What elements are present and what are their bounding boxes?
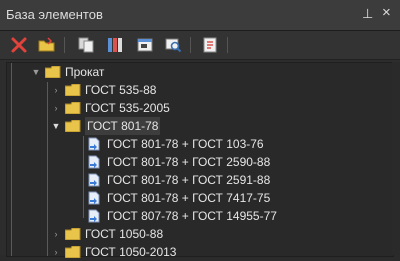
folder-icon bbox=[65, 120, 81, 132]
toolbar bbox=[0, 31, 400, 60]
report-icon[interactable] bbox=[201, 36, 219, 54]
properties-icon[interactable] bbox=[106, 36, 124, 54]
document-link-icon bbox=[88, 209, 100, 223]
element-base-panel: База элементов ⊥ × ▼ Прокат › ГОСТ 535-8… bbox=[0, 0, 400, 259]
open-folder-icon[interactable] bbox=[38, 36, 56, 54]
close-icon[interactable]: × bbox=[382, 4, 391, 21]
panel-titlebar: База элементов ⊥ × bbox=[0, 0, 400, 31]
window-icon[interactable] bbox=[136, 36, 154, 54]
tree-node-label: ГОСТ 1050-88 bbox=[85, 227, 164, 241]
expand-arrow-icon[interactable]: › bbox=[51, 229, 61, 239]
tree-leaf-label: ГОСТ 801-78 + ГОСТ 2590-88 bbox=[107, 155, 271, 169]
expand-arrow-icon[interactable]: › bbox=[51, 247, 61, 257]
collapse-arrow-icon[interactable]: ▼ bbox=[51, 121, 61, 131]
document-link-icon bbox=[88, 191, 100, 205]
element-tree: ▼ Прокат › ГОСТ 535-88 › ГОСТ 535-2005 ▼ bbox=[6, 62, 394, 259]
tree-node-label: ГОСТ 1050-2013 bbox=[85, 245, 177, 259]
folder-icon bbox=[65, 228, 81, 240]
toolbar-separator bbox=[227, 37, 228, 53]
copy-icon[interactable] bbox=[77, 36, 95, 54]
tree-leaf-label: ГОСТ 801-78 + ГОСТ 2591-88 bbox=[107, 173, 271, 187]
document-link-icon bbox=[88, 155, 100, 169]
search-icon[interactable] bbox=[164, 36, 182, 54]
tree-leaf-label: ГОСТ 801-78 + ГОСТ 7417-75 bbox=[107, 191, 271, 205]
tree-guide-line bbox=[47, 82, 48, 256]
vertical-scrollbar[interactable] bbox=[392, 62, 400, 255]
expand-arrow-icon[interactable]: › bbox=[51, 85, 61, 95]
tree-leaf-label: ГОСТ 807-78 + ГОСТ 14955-77 bbox=[107, 209, 277, 223]
document-link-icon bbox=[88, 173, 100, 187]
expand-arrow-icon[interactable]: ▼ bbox=[31, 67, 41, 77]
delete-icon[interactable] bbox=[10, 36, 28, 54]
tree-node-label: ГОСТ 535-88 bbox=[85, 83, 157, 97]
pin-icon[interactable]: ⊥ bbox=[362, 6, 373, 22]
tree-guide-line bbox=[83, 136, 84, 218]
document-link-icon bbox=[88, 137, 100, 151]
tree-node-label: ГОСТ 535-2005 bbox=[85, 101, 170, 115]
panel-title: База элементов bbox=[6, 7, 103, 22]
expand-arrow-icon[interactable]: › bbox=[51, 103, 61, 113]
folder-icon bbox=[65, 84, 81, 96]
toolbar-separator bbox=[190, 37, 191, 53]
tree-node-label: Прокат bbox=[65, 65, 105, 79]
tree-leaf-label: ГОСТ 801-78 + ГОСТ 103-76 bbox=[107, 137, 264, 151]
toolbar-separator bbox=[64, 37, 65, 53]
folder-icon bbox=[45, 66, 61, 78]
tree-guide-line bbox=[11, 63, 12, 256]
folder-icon bbox=[65, 102, 81, 114]
tree-node-label: ГОСТ 801-78 bbox=[85, 117, 161, 135]
folder-icon bbox=[65, 246, 81, 258]
